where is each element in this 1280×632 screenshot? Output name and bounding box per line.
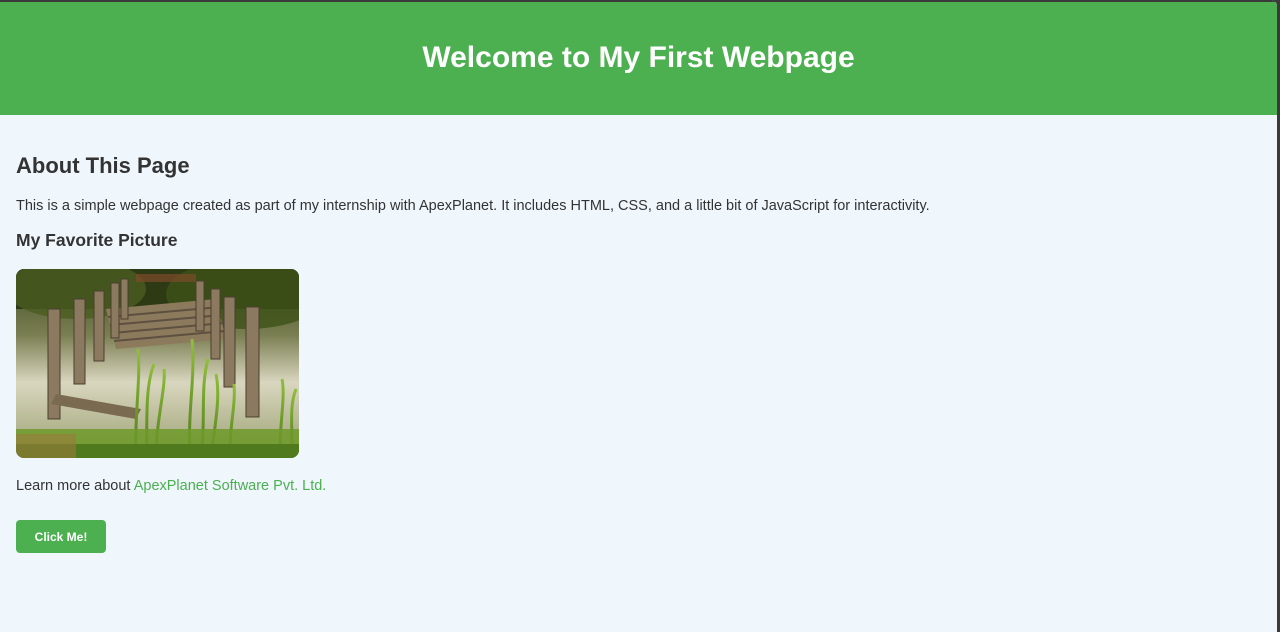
learn-more-text: Learn more about ApexPlanet Software Pvt… (16, 477, 1261, 495)
main-content: About This Page This is a simple webpage… (0, 115, 1277, 553)
click-me-button[interactable]: Click Me! (16, 520, 106, 553)
page-title: Welcome to My First Webpage (422, 40, 855, 74)
favorite-picture-image (16, 269, 299, 458)
learn-more-prefix: Learn more about (16, 478, 134, 494)
about-heading: About This Page (16, 153, 190, 178)
favorite-picture-heading: My Favorite Picture (16, 230, 178, 250)
browser-page: Welcome to My First Webpage About This P… (0, 0, 1277, 632)
apexplanet-link[interactable]: ApexPlanet Software Pvt. Ltd. (134, 478, 327, 494)
page-header: Welcome to My First Webpage (0, 0, 1277, 115)
about-text: This is a simple webpage created as part… (16, 198, 930, 214)
